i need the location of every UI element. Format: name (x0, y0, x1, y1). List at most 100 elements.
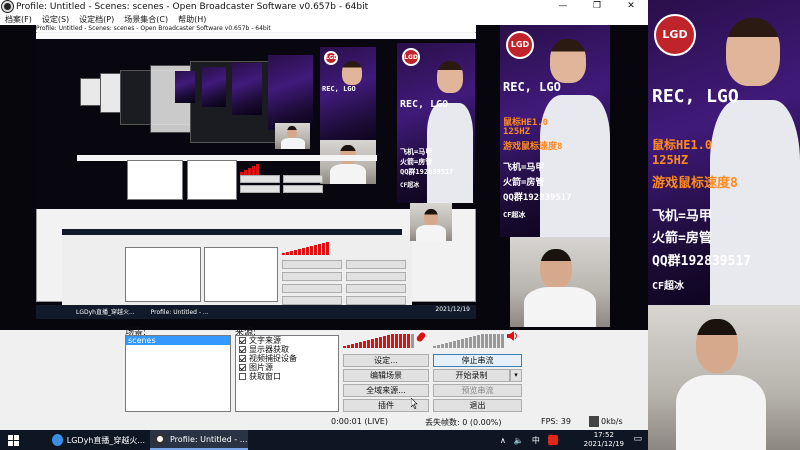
bitrate-readout: 0kb/s (601, 417, 623, 426)
preview-webcam (510, 237, 610, 327)
streamer-face (342, 61, 362, 85)
source-checkbox[interactable] (239, 364, 246, 371)
nested-volume-meter (282, 241, 329, 255)
poster-line: QQ群192839517 (503, 193, 572, 203)
nested-poster: LGD REC, LGO (320, 47, 376, 151)
lgd-badge-icon: LGD (654, 14, 696, 56)
poster-line: 飞机=马甲 (400, 148, 433, 156)
poster-line: 火箭=房管 (503, 178, 545, 188)
browser-icon (52, 434, 63, 446)
notification-icon[interactable]: ▭ (633, 434, 642, 444)
speaker-icon[interactable] (507, 331, 519, 341)
poster-headline: REC, LGO (400, 99, 449, 110)
poster-line: 飞机=马甲 (503, 163, 545, 173)
preview-poster: LGD REC, LGO 飞机=马甲 火箭=房管 QQ群192839517 CF… (397, 43, 475, 203)
poster-line: CF超冰 (503, 211, 526, 219)
nested-button (346, 284, 406, 293)
bitrate-indicator (589, 416, 599, 427)
poster-line: 125HZ (503, 127, 531, 137)
nested-button (240, 175, 280, 183)
nested-button (240, 185, 280, 193)
menu-settings[interactable]: 设定(S) (37, 14, 74, 25)
nested-scenes-list (125, 247, 201, 302)
sources-list[interactable]: 文字来源 显示器获取 视频捕捉设备 图片源 获取窗口 (235, 335, 339, 412)
nested-button (346, 272, 406, 281)
ime-indicator[interactable]: 中 (532, 435, 540, 446)
stop-stream-button[interactable]: 停止串流 (433, 354, 522, 367)
streamer-body (710, 100, 800, 305)
menu-help[interactable]: 帮助(H) (173, 14, 211, 25)
taskbar-item-label: LGDyh直播_穿越火... (66, 435, 145, 445)
mic-volume-meter[interactable] (343, 334, 414, 348)
scenes-list[interactable]: scenes (125, 335, 231, 412)
nested-clock-date: 2021/12/19 (435, 306, 470, 313)
source-item[interactable]: 获取窗口 (236, 372, 338, 381)
taskbar-item-label: Profile: Untitled - ... (170, 434, 248, 444)
scene-item[interactable]: scenes (126, 336, 230, 345)
fps-readout: FPS: 39 (541, 417, 571, 426)
clock[interactable]: 17:52 2021/12/19 (584, 431, 624, 449)
poster-line: 火箭=房管 (652, 231, 712, 246)
nested-webcam (320, 140, 376, 184)
poster-line: 游戏鼠标速度8 (503, 142, 563, 152)
start-recording-button[interactable]: 开始录制 (433, 369, 510, 382)
preview-canvas[interactable]: Profile: Untitled - Scenes: scenes - Ope… (0, 25, 648, 330)
chevron-up-icon[interactable]: ∧ (500, 436, 506, 445)
nested-task-label: LGDyh直播_穿越火... (76, 309, 135, 316)
global-sources-button[interactable]: 全域来源... (343, 384, 429, 397)
source-checkbox[interactable] (239, 346, 246, 353)
system-tray: ∧ 🔈 中 (500, 430, 562, 450)
streamer-face (550, 39, 586, 83)
preview-stream-button[interactable]: 预览串流 (433, 384, 522, 397)
streamer-face (726, 18, 780, 86)
menu-bar: 档案(F) 设定(S) 设定档(P) 场景集合(C) 帮助(H) (0, 13, 648, 25)
preview-webcam-small (410, 203, 452, 241)
settings-button[interactable]: 设定... (343, 354, 429, 367)
poster-line: QQ群192839517 (652, 254, 752, 269)
mouse-cursor-icon (411, 398, 418, 409)
nested-scenes-list (127, 160, 183, 200)
stream-time: 0:00:01 (LIVE) (331, 417, 388, 426)
app-tray-icon[interactable] (547, 435, 558, 445)
poster-line: CF超冰 (652, 281, 685, 292)
source-checkbox[interactable] (239, 355, 246, 362)
maximize-button[interactable]: ❐ (580, 0, 614, 13)
poster-line: CF超冰 (400, 182, 420, 189)
nested-volume-meter (240, 163, 259, 175)
desktop-volume-meter[interactable] (433, 334, 504, 348)
nested-task-label: Profile: Untitled - ... (150, 309, 209, 316)
nested-title-bar: Profile: Untitled - Scenes: scenes - Ope… (36, 25, 476, 32)
clock-time: 17:52 (593, 431, 614, 439)
close-button[interactable]: ✕ (614, 0, 648, 13)
lgd-badge-icon: LGD (324, 51, 338, 65)
menu-profile[interactable]: 设定档(P) (74, 14, 119, 25)
obs-logo-icon (154, 433, 166, 445)
nested-poster (232, 63, 262, 115)
streamer-face (437, 61, 463, 93)
windows-start-icon[interactable] (8, 435, 19, 446)
source-checkbox[interactable] (239, 337, 246, 344)
nested-webcam (275, 123, 310, 149)
minimize-button[interactable]: — (546, 0, 580, 13)
poster-line: 火箭=房管 (400, 158, 433, 166)
poster-line: 125HZ (652, 153, 689, 167)
nested-taskbar: LGDyh直播_穿越火... Profile: Untitled - ... 2… (36, 305, 476, 319)
taskbar-item-live[interactable]: LGDyh直播_穿越火... (48, 430, 145, 450)
nested-poster (268, 55, 313, 130)
taskbar-item-obs[interactable]: Profile: Untitled - ... (150, 430, 248, 450)
nested-button (282, 284, 342, 293)
record-options-dropdown[interactable]: ▾ (510, 369, 522, 382)
stream-poster-panel: LGD REC, LGO 鼠标HE1.0 125HZ 游戏鼠标速度8 飞机=马甲… (648, 0, 800, 305)
title-bar: Profile: Untitled - Scenes: scenes - Ope… (0, 0, 648, 13)
exit-button[interactable]: 退出 (433, 399, 522, 412)
edit-scene-button[interactable]: 编辑场景 (343, 369, 429, 382)
status-bar: 0:00:01 (LIVE) 丢失帧数: 0 (0.00%) FPS: 39 0… (0, 414, 648, 430)
preview-poster-large: LGD REC, LGO 鼠标HE1.0 125HZ 游戏鼠标速度8 飞机=马甲… (500, 25, 610, 237)
nested-poster (202, 67, 226, 107)
microphone-icon[interactable] (415, 331, 427, 343)
nested-button (282, 260, 342, 269)
source-checkbox[interactable] (239, 373, 246, 380)
volume-icon[interactable]: 🔈 (514, 436, 524, 445)
menu-scene-collection[interactable]: 场景集合(C) (119, 14, 173, 25)
menu-file[interactable]: 档案(F) (0, 14, 37, 25)
